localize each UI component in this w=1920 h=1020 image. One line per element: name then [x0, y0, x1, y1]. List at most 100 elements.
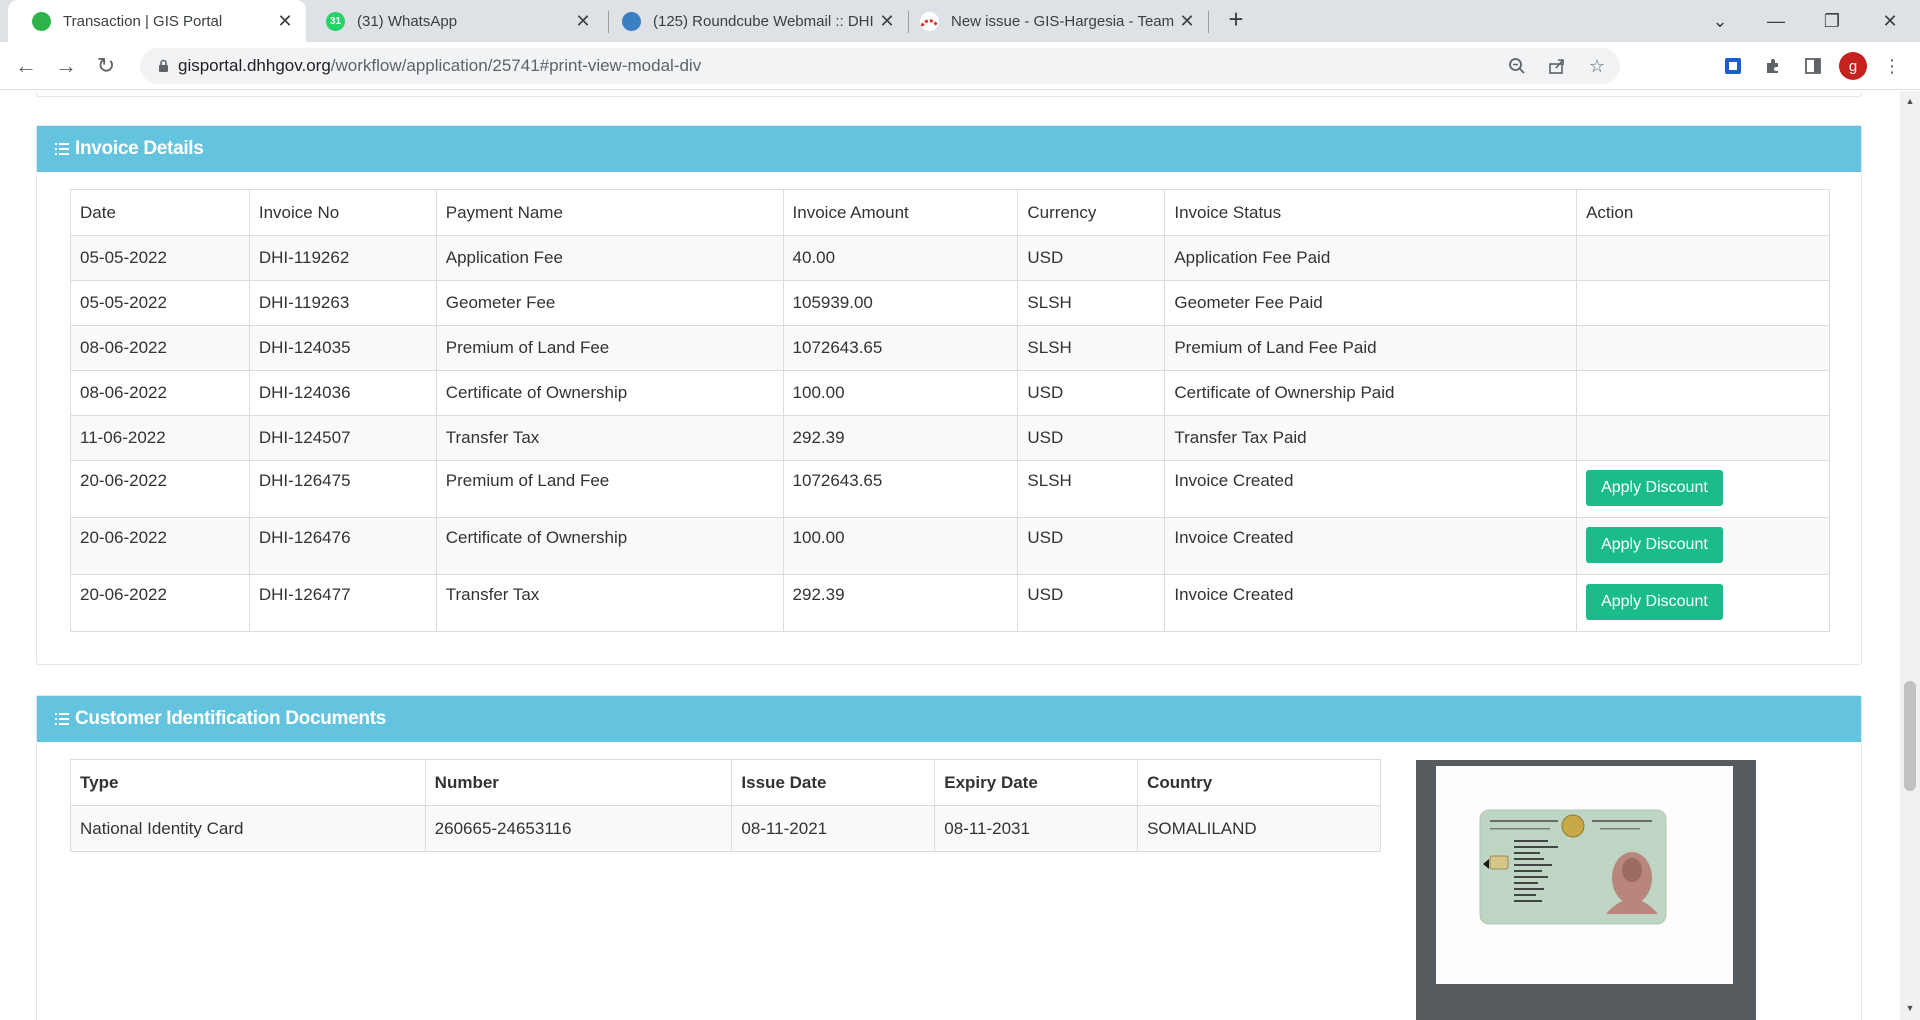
cell-type: National Identity Card [70, 805, 426, 852]
cell-action [1576, 415, 1830, 461]
address-bar[interactable]: gisportal.dhhgov.org/workflow/applicatio… [140, 48, 1620, 84]
browser-menu-icon[interactable]: ⋮ [1876, 50, 1908, 82]
apply-discount-button[interactable]: Apply Discount [1586, 470, 1723, 506]
bookmark-star-icon[interactable]: ☆ [1584, 52, 1610, 80]
cell-currency: SLSH [1017, 460, 1166, 518]
cell-currency: SLSH [1017, 280, 1166, 326]
column-header-date: Date [70, 189, 250, 236]
cell-invoice-no: DHI-119262 [248, 235, 437, 281]
extensions-puzzle-icon[interactable] [1757, 50, 1789, 82]
tab-whatsapp[interactable]: 31 (31) WhatsApp ✕ [306, 0, 604, 42]
close-tab-icon[interactable]: ✕ [874, 11, 900, 32]
cell-action: Apply Discount [1576, 574, 1830, 632]
minimize-button[interactable]: — [1748, 0, 1804, 42]
cell-date: 11-06-2022 [70, 415, 250, 461]
page-content: Invoice Details Date Invoice No Payment … [0, 91, 1900, 1020]
apply-discount-button[interactable]: Apply Discount [1586, 584, 1723, 620]
reload-icon[interactable]: ↻ [90, 50, 122, 82]
cell-status: Application Fee Paid [1164, 235, 1578, 281]
column-header-action: Action [1576, 189, 1830, 236]
cell-currency: USD [1017, 574, 1166, 632]
apply-discount-button[interactable]: Apply Discount [1586, 527, 1723, 563]
cell-status: Premium of Land Fee Paid [1164, 325, 1578, 371]
cell-invoice-no: DHI-124035 [248, 325, 437, 371]
identification-table: Type Number Issue Date Expiry Date Count… [70, 759, 1381, 852]
cell-status: Invoice Created [1164, 517, 1578, 575]
tab-roundcube[interactable]: (125) Roundcube Webmail :: DHI ✕ [610, 0, 908, 42]
cell-amount: 292.39 [782, 574, 1019, 632]
cell-amount: 100.00 [782, 517, 1019, 575]
close-tab-icon[interactable]: ✕ [272, 11, 298, 32]
scrollbar-thumb[interactable] [1904, 681, 1916, 791]
column-header-number: Number [424, 759, 733, 806]
close-window-button[interactable]: ✕ [1862, 0, 1918, 42]
cell-payment-name: Certificate of Ownership [435, 517, 784, 575]
customer-identification-title: Customer Identification Documents [75, 708, 387, 729]
url-text: gisportal.dhhgov.org/workflow/applicatio… [178, 56, 701, 76]
cell-payment-name: Transfer Tax [435, 574, 784, 632]
table-row: 05-05-2022 DHI-119262 Application Fee 40… [70, 235, 1830, 281]
invoice-details-panel: Invoice Details Date Invoice No Payment … [36, 125, 1862, 665]
profile-avatar[interactable]: g [1839, 52, 1867, 80]
cell-action: Apply Discount [1576, 460, 1830, 518]
forward-arrow-icon[interactable]: → [50, 50, 82, 82]
scroll-down-arrow-icon[interactable]: ▼ [1904, 1003, 1916, 1015]
invoice-table: Date Invoice No Payment Name Invoice Amo… [70, 189, 1830, 632]
cell-status: Transfer Tax Paid [1164, 415, 1578, 461]
id-card-image[interactable] [1436, 766, 1733, 984]
restore-button[interactable]: ❐ [1804, 0, 1860, 42]
tab-search-chevron-down-icon[interactable]: ⌄ [1692, 0, 1748, 42]
cell-payment-name: Application Fee [435, 235, 784, 281]
side-panel-icon[interactable] [1797, 50, 1829, 82]
extension-icon[interactable] [1717, 50, 1749, 82]
column-header-currency: Currency [1017, 189, 1166, 236]
list-icon [55, 713, 69, 725]
tab-transaction[interactable]: Transaction | GIS Portal ✕ [8, 0, 306, 42]
cell-action [1576, 370, 1830, 416]
column-header-invoice-no: Invoice No [248, 189, 437, 236]
cell-status: Geometer Fee Paid [1164, 280, 1578, 326]
url-path: /workflow/application/25741#print-view-m… [330, 56, 702, 75]
cell-payment-name: Transfer Tax [435, 415, 784, 461]
close-tab-icon[interactable]: ✕ [570, 11, 596, 32]
scroll-up-arrow-icon[interactable]: ▲ [1904, 96, 1916, 108]
lock-icon [150, 59, 176, 73]
tab-title: (125) Roundcube Webmail :: DHI [653, 12, 874, 30]
previous-panel-bottom [36, 91, 1862, 97]
page-scrollbar[interactable]: ▲ ▼ [1900, 91, 1920, 1020]
column-header-expiry-date: Expiry Date [934, 759, 1139, 806]
cell-action: Apply Discount [1576, 517, 1830, 575]
tab-new-issue[interactable]: New issue - GIS-Hargesia - Team ✕ [910, 0, 1208, 42]
cell-country: SOMALILAND [1137, 805, 1381, 852]
gis-portal-favicon-icon [32, 11, 51, 31]
cell-payment-name: Premium of Land Fee [435, 460, 784, 518]
cell-invoice-no: DHI-119263 [248, 280, 437, 326]
roundcube-icon [622, 11, 641, 31]
back-arrow-icon[interactable]: ← [10, 50, 42, 82]
list-icon [55, 143, 69, 155]
id-card-picture [1479, 809, 1667, 925]
cell-date: 20-06-2022 [70, 574, 250, 632]
new-tab-button[interactable]: + [1222, 6, 1250, 34]
close-tab-icon[interactable]: ✕ [1174, 11, 1200, 32]
cell-amount: 1072643.65 [782, 460, 1019, 518]
cell-invoice-no: DHI-126475 [248, 460, 437, 518]
cell-amount: 105939.00 [782, 280, 1019, 326]
tab-divider [1208, 11, 1209, 33]
cell-date: 08-06-2022 [70, 325, 250, 371]
whatsapp-icon: 31 [326, 11, 345, 31]
cell-payment-name: Geometer Fee [435, 280, 784, 326]
cell-invoice-no: DHI-124507 [248, 415, 437, 461]
zoom-icon[interactable] [1504, 52, 1530, 80]
column-header-issue-date: Issue Date [731, 759, 936, 806]
tab-title: (31) WhatsApp [357, 12, 458, 30]
tab-title: New issue - GIS-Hargesia - Team [951, 12, 1174, 30]
gitlab-icon [920, 11, 939, 31]
table-row: 11-06-2022 DHI-124507 Transfer Tax 292.3… [70, 415, 1830, 461]
cell-date: 05-05-2022 [70, 280, 250, 326]
cell-action [1576, 235, 1830, 281]
browser-toolbar: ← → ↻ gisportal.dhhgov.org/workflow/appl… [0, 42, 1920, 90]
cell-currency: SLSH [1017, 325, 1166, 371]
cell-amount: 100.00 [782, 370, 1019, 416]
share-icon[interactable] [1544, 52, 1570, 80]
